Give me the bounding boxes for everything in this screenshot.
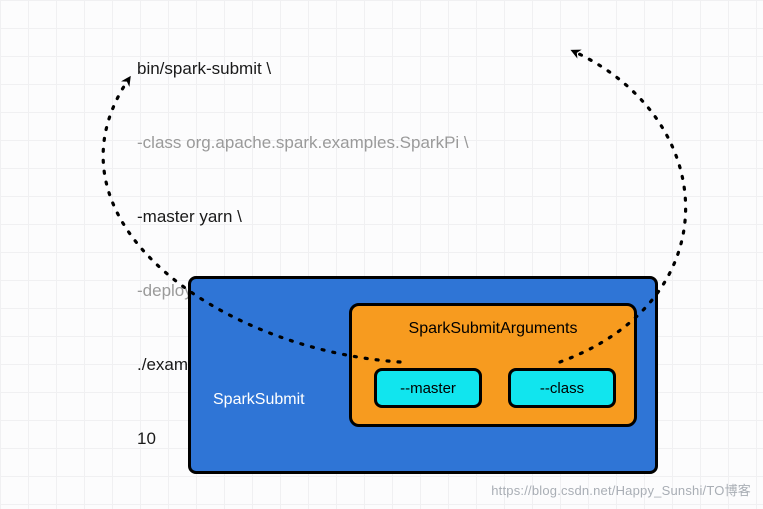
spark-submit-label: SparkSubmit [213, 391, 305, 409]
diagram-canvas: bin/spark-submit \ -class org.apache.spa… [0, 0, 763, 509]
master-argument-pill: --master [374, 368, 482, 408]
code-line-1: bin/spark-submit \ [137, 57, 495, 82]
class-argument-pill: --class [508, 368, 616, 408]
spark-submit-box: SparkSubmit SparkSubmitArguments --maste… [188, 276, 658, 474]
code-line-3-master-arg: -master yarn \ [137, 205, 495, 230]
code-line-2-class-arg: -class org.apache.spark.examples.SparkPi… [137, 131, 495, 156]
spark-submit-arguments-label: SparkSubmitArguments [409, 320, 578, 338]
watermark-text: https://blog.csdn.net/Happy_Sunshi/TO博客 [491, 480, 751, 499]
spark-submit-arguments-box: SparkSubmitArguments --master --class [349, 303, 637, 427]
code-line-4-gray: -deploy [137, 281, 193, 300]
